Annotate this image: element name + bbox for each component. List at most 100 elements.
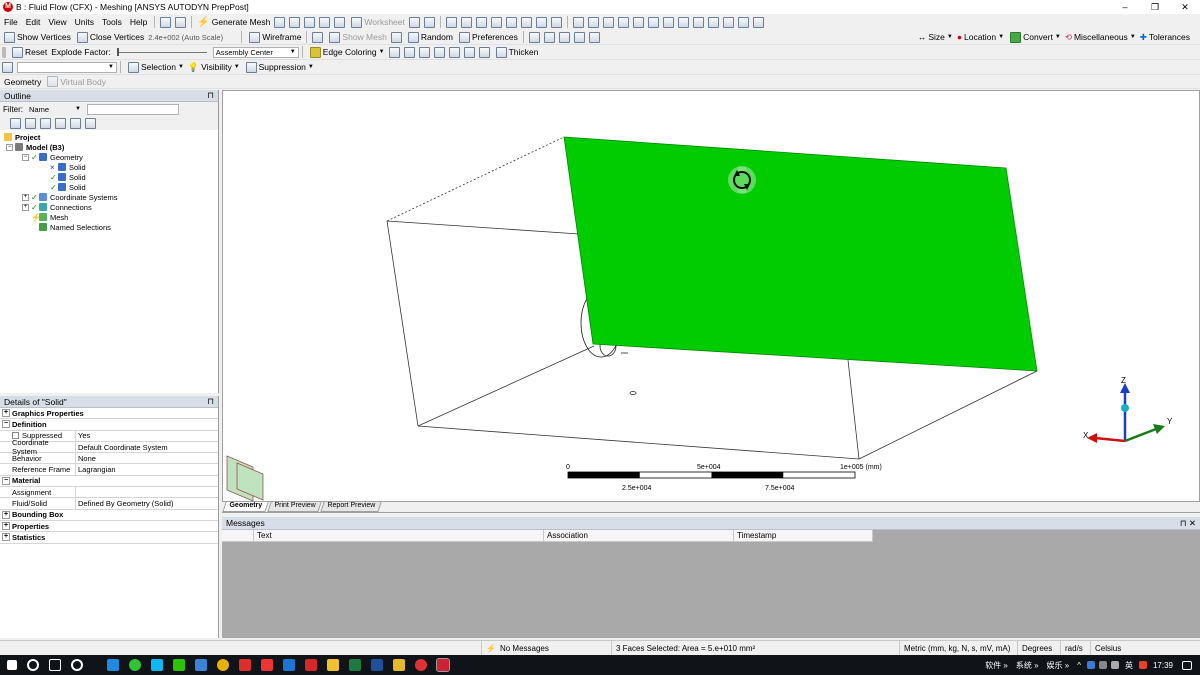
expand-icon[interactable]: + [2,533,10,542]
notification-center-icon[interactable] [1182,660,1192,670]
tag-icon[interactable] [423,16,435,28]
task-view-icon[interactable] [49,659,61,671]
annotation-1-icon[interactable] [528,31,540,43]
iso-view-icon[interactable] [692,16,704,28]
preview-icon[interactable] [274,16,286,28]
select-vertex-icon[interactable] [445,16,457,28]
app-red2-icon[interactable] [305,659,317,671]
edge-style-4-icon[interactable] [433,46,445,58]
tree-coordinate-systems[interactable]: + ✓ Coordinate Systems [0,192,218,202]
show-mesh-button[interactable]: Show Mesh [325,31,388,43]
menu-file[interactable]: File [0,17,22,27]
row-behavior[interactable]: Behavior None [0,453,218,465]
app-record-icon[interactable] [415,659,427,671]
maximize-button[interactable]: ❐ [1140,0,1170,14]
magnifier-icon[interactable] [677,16,689,28]
file-explorer-icon[interactable] [327,659,339,671]
tray-entertainment[interactable]: 娱乐 » [1047,660,1070,671]
tray-antivirus-icon[interactable] [1138,661,1147,669]
zoom-icon[interactable] [617,16,629,28]
word-icon[interactable] [371,659,383,671]
tray-system[interactable]: 系统 » [1016,660,1039,671]
tree-solid-2[interactable]: ✓ Solid [0,172,218,182]
tree-project[interactable]: Project [0,132,218,142]
cube-view-icon[interactable] [572,16,584,28]
virtual-body-button[interactable]: Virtual Body [43,76,108,87]
tree-mesh[interactable]: ⚡ Mesh [0,212,218,222]
axis-triad[interactable] [1087,383,1165,443]
random-button[interactable]: Random [404,31,455,43]
tab-geometry[interactable]: Geometry [222,502,269,512]
wechat-icon[interactable] [173,659,185,671]
edge-style-6-icon[interactable] [463,46,475,58]
group-graphics-properties[interactable]: + Graphics Properties [0,408,218,420]
collapse-icon[interactable]: − [2,420,10,429]
tree-solid-1[interactable]: × Solid [0,162,218,172]
chrome-icon[interactable] [217,659,229,671]
collapse-icon[interactable]: − [22,153,29,161]
col-association[interactable]: Association [544,530,734,542]
row-coordinate-system[interactable]: Coordinate System Default Coordinate Sys… [0,438,218,456]
search-icon[interactable] [27,659,39,671]
group-bounding-box[interactable]: + Bounding Box [0,509,218,521]
named-selection-combo[interactable]: ▼ [17,61,117,73]
expand-icon[interactable]: + [2,409,10,418]
row-assignment[interactable]: Assignment [0,487,218,499]
size-dropdown[interactable]: ↔ Size ▼ [916,32,955,42]
windows-start-icon[interactable] [7,660,17,670]
rotate-icon[interactable] [587,16,599,28]
convert-dropdown[interactable]: Convert ▼ [1006,31,1063,43]
menu-edit[interactable]: Edit [22,17,45,27]
layout-icon[interactable] [752,16,764,28]
status-degrees[interactable]: Degrees [1017,641,1060,656]
show-vertices-button[interactable]: Show Vertices [0,31,73,43]
magnifier-taskbar-icon[interactable] [71,659,83,671]
explode-factor-slider[interactable] [116,47,207,56]
select-node-icon[interactable] [505,16,517,28]
close-button[interactable]: ✕ [1170,0,1200,14]
tray-network-icon[interactable] [1098,661,1107,669]
row-reference-frame[interactable]: Reference Frame Lagrangian [0,464,218,476]
menu-help[interactable]: Help [126,17,151,27]
col-timestamp[interactable]: Timestamp [734,530,873,542]
edge-style-3-icon[interactable] [418,46,430,58]
thicken-button[interactable]: Thicken [492,46,541,58]
expand-icon[interactable]: + [2,522,10,531]
mesh-display-icon[interactable] [390,31,402,43]
text-icon[interactable] [304,16,316,28]
print-icon[interactable] [737,16,749,28]
expand-icon[interactable]: + [22,193,29,201]
tree-solid-3[interactable]: ✓ Solid [0,182,218,192]
app-blue-icon[interactable] [195,659,207,671]
menu-tools[interactable]: Tools [98,17,126,27]
tray-ime-label[interactable]: 英 [1125,660,1133,671]
annotation-2-icon[interactable] [543,31,555,43]
chart-dropdown-icon[interactable] [334,16,346,28]
filter-combo[interactable]: Name ▼ [27,104,83,115]
tree-tool-3-icon[interactable] [40,117,51,129]
extend-selection-icon[interactable] [535,16,547,28]
ansys-workbench-icon[interactable] [393,659,405,671]
select-mode-icon[interactable] [160,16,172,28]
annotation-4-icon[interactable] [573,31,585,43]
assembly-center-combo[interactable]: Assembly Center ▼ [212,46,299,58]
tolerances-button[interactable]: ✚ Tolerances [1138,32,1192,43]
tree-connections[interactable]: + ✓ Connections [0,202,218,212]
selection-dropdown[interactable]: Selection ▼ [124,61,186,73]
worksheet-button[interactable]: Worksheet [347,16,406,28]
tray-software[interactable]: 软件 » [985,660,1008,671]
geometry-scene[interactable]: 0 5e+004 1e+005 (mm) 2.5e+004 7.5e+004 Z… [223,91,1199,502]
excel-icon[interactable] [349,659,361,671]
group-statistics[interactable]: + Statistics [0,532,218,544]
app-red-icon[interactable] [239,659,251,671]
miscellaneous-dropdown[interactable]: ⟲ Miscellaneous ▼ [1063,32,1138,43]
zoom-fit-icon[interactable] [662,16,674,28]
edge-coloring-dropdown[interactable]: Edge Coloring ▼ [306,46,387,58]
image-icon[interactable] [289,16,301,28]
edge-style-5-icon[interactable] [448,46,460,58]
generate-mesh-button[interactable]: ⚡ Generate Mesh [195,17,272,28]
outline-pin-icon[interactable]: ⊓ [207,90,214,101]
color-icon[interactable] [312,31,324,43]
visibility-dropdown[interactable]: 💡 Visibility ▼ [186,62,242,73]
select-face-icon[interactable] [475,16,487,28]
